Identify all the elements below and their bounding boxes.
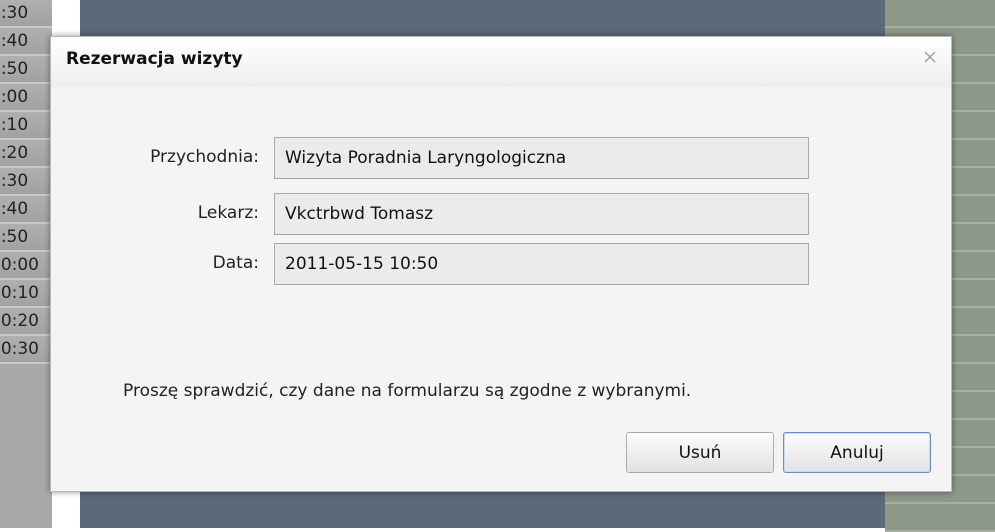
time-slot: 10:00 (0, 252, 52, 280)
date-row: Data: (51, 243, 951, 285)
time-slot: 10:10 (0, 280, 52, 308)
time-slot: 8:30 (0, 0, 52, 28)
time-slot: 9:20 (0, 140, 52, 168)
time-slot: 9:30 (0, 168, 52, 196)
clinic-field[interactable] (274, 137, 809, 179)
dialog-header: Rezerwacja wizyty (51, 37, 951, 87)
schedule-slot (885, 0, 995, 28)
time-slot: 9:50 (0, 224, 52, 252)
clinic-label: Przychodnia: (150, 147, 259, 167)
time-slot: 9:00 (0, 84, 52, 112)
doctor-field[interactable] (274, 193, 809, 235)
time-slot: 8:40 (0, 28, 52, 56)
time-slot: 8:50 (0, 56, 52, 84)
close-icon-glyph (924, 51, 936, 63)
time-slot: 9:40 (0, 196, 52, 224)
dialog-title: Rezerwacja wizyty (66, 49, 243, 69)
time-column: 8:30 8:40 8:50 9:00 9:10 9:20 9:30 9:40 … (0, 0, 52, 528)
time-slot: 10:30 (0, 336, 52, 364)
doctor-label: Lekarz: (197, 203, 259, 223)
time-slot: 10:20 (0, 308, 52, 336)
confirmation-message: Proszę sprawdzić, czy dane na formularzu… (123, 381, 692, 401)
delete-button[interactable]: Usuń (626, 432, 774, 473)
clinic-row: Przychodnia: (51, 137, 951, 179)
reservation-dialog: Rezerwacja wizyty Przychodnia: Lekarz: D… (50, 36, 952, 492)
doctor-row: Lekarz: (51, 193, 951, 235)
cancel-button[interactable]: Anuluj (783, 432, 931, 473)
date-label: Data: (212, 253, 259, 273)
close-icon[interactable] (923, 50, 937, 64)
date-field[interactable] (274, 243, 809, 285)
time-slot: 9:10 (0, 112, 52, 140)
